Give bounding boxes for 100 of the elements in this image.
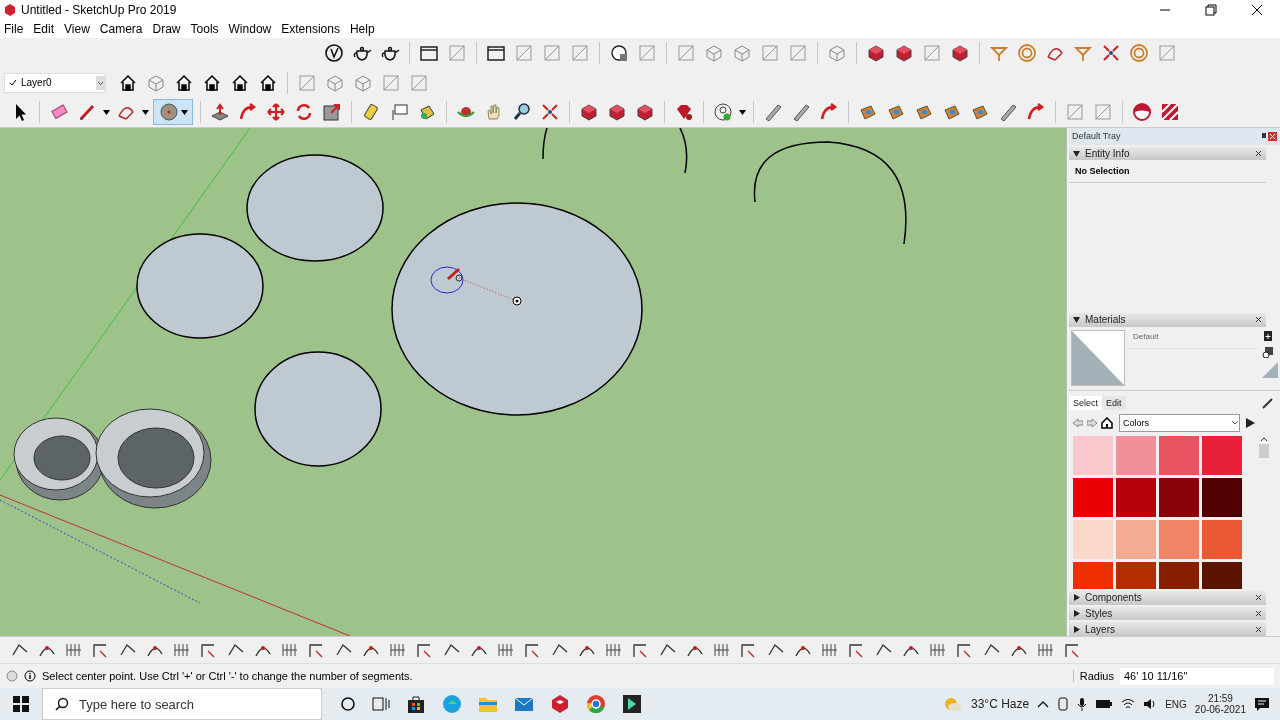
caret-icon[interactable] bbox=[103, 109, 110, 115]
caret-icon[interactable] bbox=[96, 75, 105, 90]
back-arrow-icon[interactable] bbox=[1073, 417, 1083, 428]
menu-item[interactable]: Edit bbox=[33, 22, 55, 36]
color-swatch[interactable] bbox=[1073, 435, 1113, 475]
collapse-triangle-icon[interactable] bbox=[1073, 150, 1080, 158]
color-swatch[interactable] bbox=[1116, 561, 1156, 589]
house-icon[interactable] bbox=[202, 72, 222, 93]
battery-icon[interactable] bbox=[1095, 699, 1114, 709]
panel-header[interactable]: Styles bbox=[1069, 606, 1266, 621]
chevron-up-icon[interactable] bbox=[1037, 699, 1050, 709]
wifi-icon[interactable] bbox=[1121, 698, 1136, 710]
menu-item[interactable]: Window bbox=[228, 22, 272, 36]
color-swatch[interactable] bbox=[1116, 477, 1156, 517]
panel-header[interactable]: Components bbox=[1069, 590, 1266, 605]
menu-item[interactable]: Camera bbox=[99, 22, 143, 36]
close-icon[interactable] bbox=[1255, 609, 1262, 617]
close-icon[interactable] bbox=[1255, 594, 1262, 602]
color-swatch[interactable] bbox=[1159, 561, 1199, 589]
pencil-icon[interactable] bbox=[77, 102, 97, 123]
panel-header[interactable]: Materials bbox=[1069, 312, 1266, 327]
color-swatch[interactable] bbox=[1202, 519, 1242, 559]
layer-dropdown[interactable]: Layer0 bbox=[4, 72, 106, 93]
house-icon[interactable] bbox=[230, 72, 250, 93]
app-logo-icon[interactable] bbox=[550, 694, 570, 714]
close-icon[interactable] bbox=[1255, 316, 1262, 324]
pin-icon[interactable] bbox=[1260, 132, 1268, 141]
menu-item[interactable]: Tools bbox=[190, 22, 219, 36]
stripes-icon[interactable] bbox=[1160, 102, 1180, 123]
speaker-icon[interactable] bbox=[1143, 698, 1158, 710]
cube-icon[interactable] bbox=[635, 102, 655, 123]
color-swatch[interactable] bbox=[1202, 435, 1242, 475]
measurement-field[interactable]: 46' 10 11/16" bbox=[1120, 667, 1274, 685]
panel-header[interactable]: Entity Info bbox=[1069, 146, 1266, 161]
rotate-icon[interactable] bbox=[294, 102, 314, 123]
user-icon[interactable] bbox=[713, 102, 733, 123]
close-icon[interactable] bbox=[1255, 150, 1262, 158]
create-material-icon[interactable] bbox=[1262, 329, 1274, 342]
cortana-icon[interactable] bbox=[340, 696, 356, 712]
menu-item[interactable]: Help bbox=[349, 22, 375, 36]
home-icon[interactable] bbox=[1101, 416, 1113, 429]
move-icon[interactable] bbox=[266, 102, 286, 123]
close-icon[interactable] bbox=[1255, 625, 1262, 633]
color-swatch[interactable] bbox=[1073, 519, 1113, 559]
panel-tab[interactable]: Edit bbox=[1102, 396, 1126, 411]
push-pull-icon[interactable] bbox=[210, 102, 230, 123]
weather-text[interactable]: 33°C Haze bbox=[971, 697, 1030, 711]
house-icon[interactable] bbox=[174, 72, 194, 93]
eyedropper-icon[interactable] bbox=[1262, 397, 1274, 410]
windows-logo-icon[interactable] bbox=[13, 696, 29, 712]
zoom-extents-icon[interactable] bbox=[1101, 42, 1121, 63]
color-swatch[interactable] bbox=[1202, 477, 1242, 517]
language-indicator[interactable]: ENG bbox=[1165, 698, 1187, 710]
expand-triangle-icon[interactable] bbox=[1073, 609, 1080, 617]
cube-icon[interactable] bbox=[607, 102, 627, 123]
color-swatch[interactable] bbox=[1202, 561, 1242, 589]
color-swatch[interactable] bbox=[1159, 477, 1199, 517]
editor-app-icon[interactable] bbox=[622, 694, 642, 714]
expand-triangle-icon[interactable] bbox=[1073, 625, 1080, 633]
library-dropdown[interactable]: Colors bbox=[1119, 413, 1240, 432]
color-swatch[interactable] bbox=[1159, 519, 1199, 559]
text-label-icon[interactable] bbox=[389, 102, 409, 123]
ring-icon[interactable] bbox=[1129, 42, 1149, 63]
store-icon[interactable] bbox=[406, 694, 426, 714]
scale-icon[interactable] bbox=[322, 102, 342, 123]
task-view-icon[interactable] bbox=[372, 696, 390, 712]
panel-header[interactable]: Layers bbox=[1069, 622, 1266, 636]
caret-icon[interactable] bbox=[142, 109, 149, 115]
menu-item[interactable]: Draw bbox=[152, 22, 181, 36]
beam-icon[interactable] bbox=[791, 102, 811, 123]
panel-tab[interactable]: Select bbox=[1069, 396, 1102, 411]
caret-icon[interactable] bbox=[739, 109, 746, 115]
color-swatch[interactable] bbox=[1159, 435, 1199, 475]
device-icon[interactable] bbox=[1057, 697, 1070, 711]
block-icon[interactable] bbox=[970, 102, 990, 123]
details-arrow-icon[interactable] bbox=[1244, 416, 1256, 429]
block-icon[interactable] bbox=[858, 102, 878, 123]
material-name-field[interactable]: Default bbox=[1129, 329, 1258, 349]
collapse-triangle-icon[interactable] bbox=[1073, 316, 1080, 324]
v-logo-icon[interactable] bbox=[324, 42, 344, 63]
scroll-thumb[interactable] bbox=[1259, 443, 1269, 458]
gem-icon[interactable] bbox=[674, 102, 694, 123]
add-material-icon[interactable] bbox=[1262, 345, 1274, 358]
house-icon[interactable] bbox=[258, 72, 278, 93]
expand-triangle-icon[interactable] bbox=[1073, 594, 1080, 602]
color-swatch[interactable] bbox=[1073, 561, 1113, 589]
info-icon[interactable] bbox=[24, 670, 36, 682]
block-icon[interactable] bbox=[942, 102, 962, 123]
color-swatch[interactable] bbox=[1116, 519, 1156, 559]
zoom-icon[interactable] bbox=[512, 102, 532, 123]
circle-icon[interactable] bbox=[158, 102, 179, 123]
menu-item[interactable]: Extensions bbox=[281, 22, 340, 36]
forward-arrow-icon[interactable] bbox=[1087, 417, 1097, 428]
notifications-icon[interactable] bbox=[1254, 696, 1270, 712]
microphone-icon[interactable] bbox=[1077, 697, 1088, 711]
block-icon[interactable] bbox=[914, 102, 934, 123]
chrome-icon[interactable] bbox=[586, 694, 606, 714]
clock-date[interactable]: 20-06-2021 bbox=[1194, 704, 1246, 715]
color-swatch[interactable] bbox=[1116, 435, 1156, 475]
clock-time[interactable]: 21:59 bbox=[1207, 693, 1233, 704]
